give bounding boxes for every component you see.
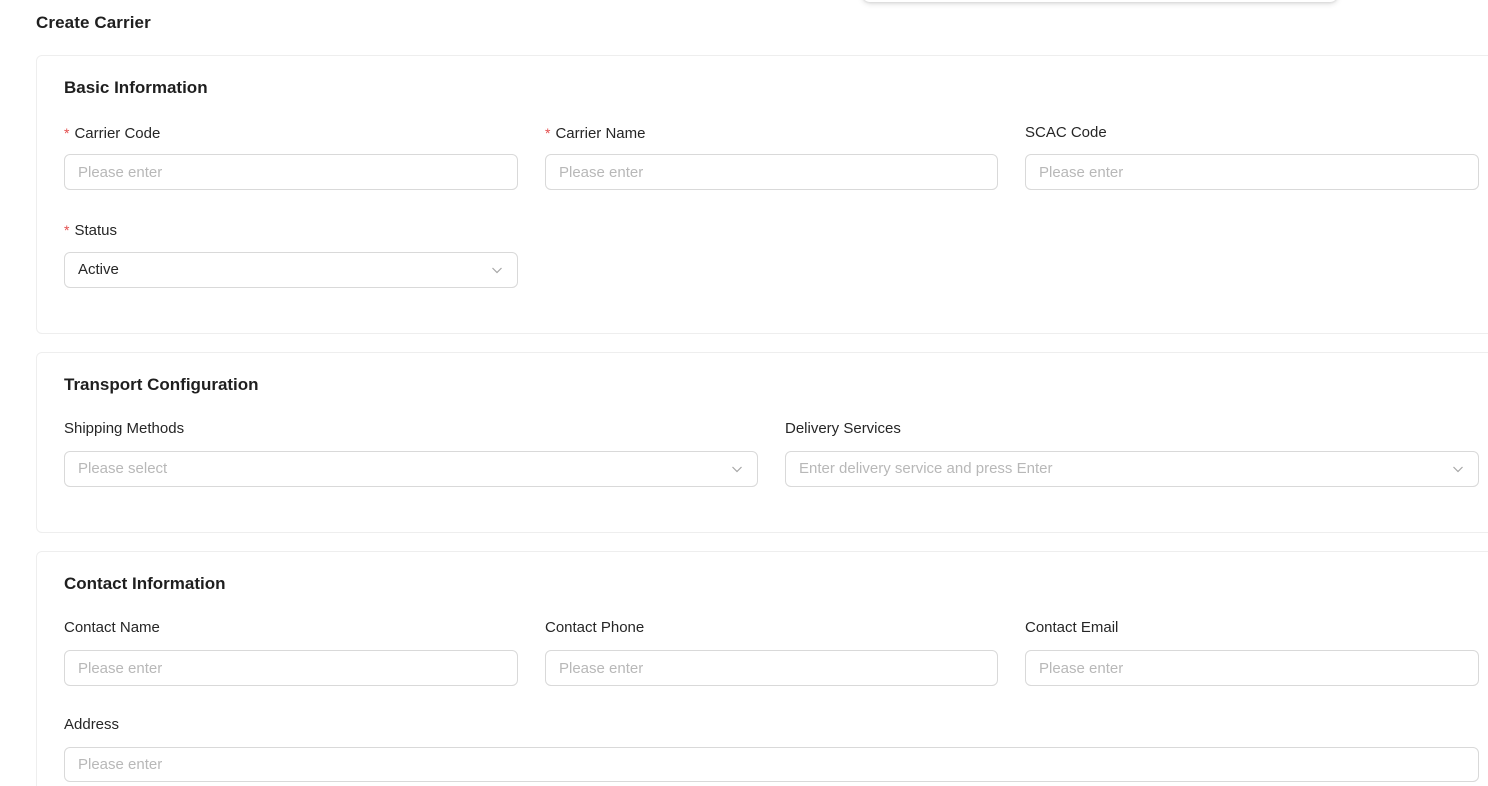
section-title-basic: Basic Information	[64, 78, 208, 97]
status-label: * Status	[64, 222, 117, 239]
basic-information-card: Basic Information *Carrier Code *Carrier…	[36, 55, 1488, 334]
delivery-services-label: Delivery Services	[785, 420, 901, 437]
scac-code-label: SCAC Code	[1025, 124, 1107, 141]
transport-configuration-card: Transport Configuration Shipping Methods…	[36, 352, 1488, 533]
chevron-down-icon	[1453, 466, 1463, 473]
create-carrier-page: Create Carrier Basic Information * Carrie…	[0, 0, 1488, 786]
contact-name-input[interactable]	[64, 650, 518, 686]
contact-phone-input[interactable]	[545, 650, 998, 686]
required-marker: *	[545, 125, 551, 141]
shipping-methods-select[interactable]: Please select	[64, 451, 758, 487]
carrier-name-label: * Carrier Name	[545, 125, 646, 142]
contact-phone-label: Contact Phone	[545, 619, 645, 636]
contact-email-label: Contact Email	[1025, 619, 1119, 636]
carrier-code-input[interactable]	[64, 154, 518, 190]
section-title-contact: Contact Information	[64, 574, 226, 593]
shipping-methods-label: Shipping Methods	[64, 420, 185, 437]
delivery-services-placeholder: Enter delivery service and press Enter	[799, 460, 1053, 477]
contact-email-input[interactable]	[1025, 650, 1479, 686]
status-select[interactable]: Active	[64, 252, 518, 288]
scac-code-input[interactable]	[1025, 154, 1479, 190]
contact-name-label: Contact Name	[64, 619, 160, 636]
address-input[interactable]	[64, 747, 1479, 782]
status-selected-value: Active	[78, 261, 119, 278]
page-title: Create Carrier	[36, 13, 151, 32]
carrier-name-input[interactable]	[545, 154, 998, 190]
carrier-code-label: * Carrier Code	[64, 125, 161, 142]
address-label: Address	[64, 716, 120, 733]
dropdown-popover	[862, 0, 1338, 2]
contact-information-card: Contact Information Contact Name Contact…	[36, 551, 1488, 786]
delivery-services-select[interactable]: Enter delivery service and press Enter	[785, 451, 1479, 487]
shipping-methods-placeholder: Please select	[78, 460, 168, 477]
required-marker: *	[64, 222, 70, 238]
chevron-down-icon	[492, 267, 502, 274]
chevron-down-icon	[732, 466, 742, 473]
section-title-transport: Transport Configuration	[64, 375, 259, 394]
required-marker: *	[64, 125, 70, 141]
